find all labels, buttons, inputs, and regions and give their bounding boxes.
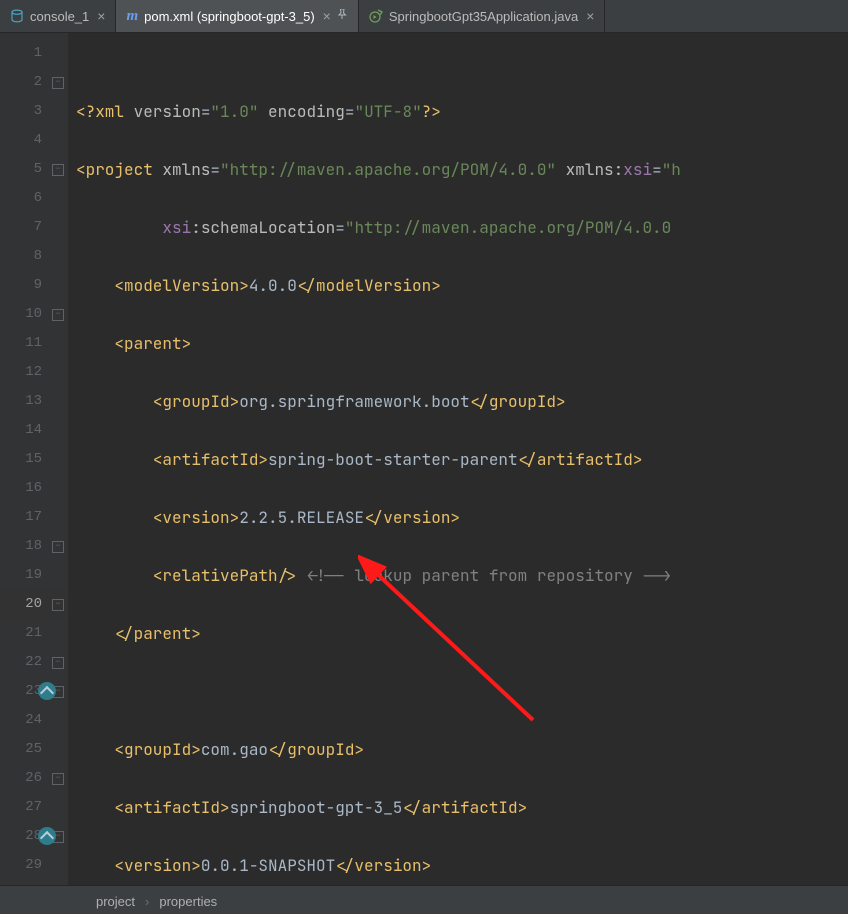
breadcrumb-project[interactable]: project — [96, 894, 135, 909]
project-xsi: "h — [662, 159, 681, 180]
breadcrumb[interactable]: project › properties — [0, 885, 848, 914]
project-schemaloc: "http://maven.apache.org/POM/4.0.0 — [345, 217, 671, 238]
line-number[interactable]: 4 — [0, 126, 68, 155]
line-number[interactable]: 26− — [0, 764, 68, 793]
line-number[interactable]: 12 — [0, 358, 68, 387]
tab-console_1[interactable]: console_1 × — [0, 0, 116, 32]
close-icon[interactable]: × — [97, 8, 105, 24]
parent-comment: lookup parent from repository — [345, 565, 643, 586]
fold-icon[interactable]: − — [52, 657, 64, 669]
line-number[interactable]: 11 — [0, 329, 68, 358]
parent-groupId: org.springframework.boot — [239, 391, 469, 412]
xml-decl-encoding: "UTF-8" — [354, 101, 421, 122]
parent-version: 2.2.5.RELEASE — [239, 507, 364, 528]
line-number[interactable]: 18− — [0, 532, 68, 561]
line-number[interactable]: 29 — [0, 851, 68, 880]
line-number[interactable]: 21 — [0, 619, 68, 648]
line-number[interactable]: 7 — [0, 213, 68, 242]
line-number[interactable]: 15 — [0, 445, 68, 474]
line-number[interactable]: 8 — [0, 242, 68, 271]
tab-springboot-app[interactable]: SpringbootGpt35Application.java × — [359, 0, 606, 32]
line-number[interactable]: 22− — [0, 648, 68, 677]
fold-icon[interactable]: − — [52, 77, 64, 89]
parent-artifactId: spring-boot-starter-parent — [268, 449, 518, 470]
line-number[interactable]: 20− — [0, 590, 68, 619]
line-number[interactable]: 16 — [0, 474, 68, 503]
line-number[interactable]: 9 — [0, 271, 68, 300]
line-number[interactable]: 6 — [0, 184, 68, 213]
gutter-run-icon[interactable] — [38, 827, 56, 845]
fold-icon[interactable]: − — [52, 541, 64, 553]
gutter-run-icon[interactable] — [38, 682, 56, 700]
line-number[interactable]: 14 — [0, 416, 68, 445]
line-number[interactable]: 17 — [0, 503, 68, 532]
line-number[interactable]: 23− — [0, 677, 68, 706]
project-xmlns: "http://maven.apache.org/POM/4.0.0" — [220, 159, 556, 180]
fold-icon[interactable]: − — [52, 773, 64, 785]
editor: 12−345−678910−1112131415161718−1920−2122… — [0, 33, 848, 885]
line-number[interactable]: 27 — [0, 793, 68, 822]
line-number[interactable]: 24 — [0, 706, 68, 735]
pin-icon[interactable] — [337, 9, 348, 23]
fold-icon[interactable]: − — [52, 599, 64, 611]
gutter[interactable]: 12−345−678910−1112131415161718−1920−2122… — [0, 33, 68, 885]
fold-icon[interactable]: − — [52, 309, 64, 321]
line-number[interactable]: 1 — [0, 39, 68, 68]
run-class-icon — [369, 9, 383, 23]
breadcrumb-properties[interactable]: properties — [159, 894, 217, 909]
line-number[interactable]: 13 — [0, 387, 68, 416]
fold-icon[interactable]: − — [52, 164, 64, 176]
code-area[interactable]: <?xml version="1.0" encoding="UTF-8"?> <… — [68, 33, 848, 885]
artifactId: springboot-gpt-3_5 — [230, 797, 403, 818]
close-icon[interactable]: × — [586, 8, 594, 24]
maven-icon: m — [126, 8, 138, 25]
line-number[interactable]: 28− — [0, 822, 68, 851]
tab-label: console_1 — [30, 9, 89, 24]
xml-decl-version: "1.0" — [210, 101, 258, 122]
groupId: com.gao — [201, 739, 268, 760]
close-icon[interactable]: × — [323, 8, 331, 24]
tab-pom-xml[interactable]: m pom.xml (springboot-gpt-3_5) × — [116, 0, 358, 32]
line-number[interactable]: 2− — [0, 68, 68, 97]
line-number[interactable]: 5− — [0, 155, 68, 184]
version: 0.0.1-SNAPSHOT — [201, 855, 335, 876]
editor-tabs: console_1 × m pom.xml (springboot-gpt-3_… — [0, 0, 848, 33]
line-number[interactable]: 19 — [0, 561, 68, 590]
db-icon — [10, 9, 24, 23]
chevron-right-icon: › — [145, 894, 149, 909]
line-number[interactable]: 25 — [0, 735, 68, 764]
line-number[interactable]: 3 — [0, 97, 68, 126]
tab-label: SpringbootGpt35Application.java — [389, 9, 578, 24]
line-number[interactable]: 10− — [0, 300, 68, 329]
tab-label: pom.xml (springboot-gpt-3_5) — [144, 9, 315, 24]
modelVersion: 4.0.0 — [249, 275, 297, 296]
